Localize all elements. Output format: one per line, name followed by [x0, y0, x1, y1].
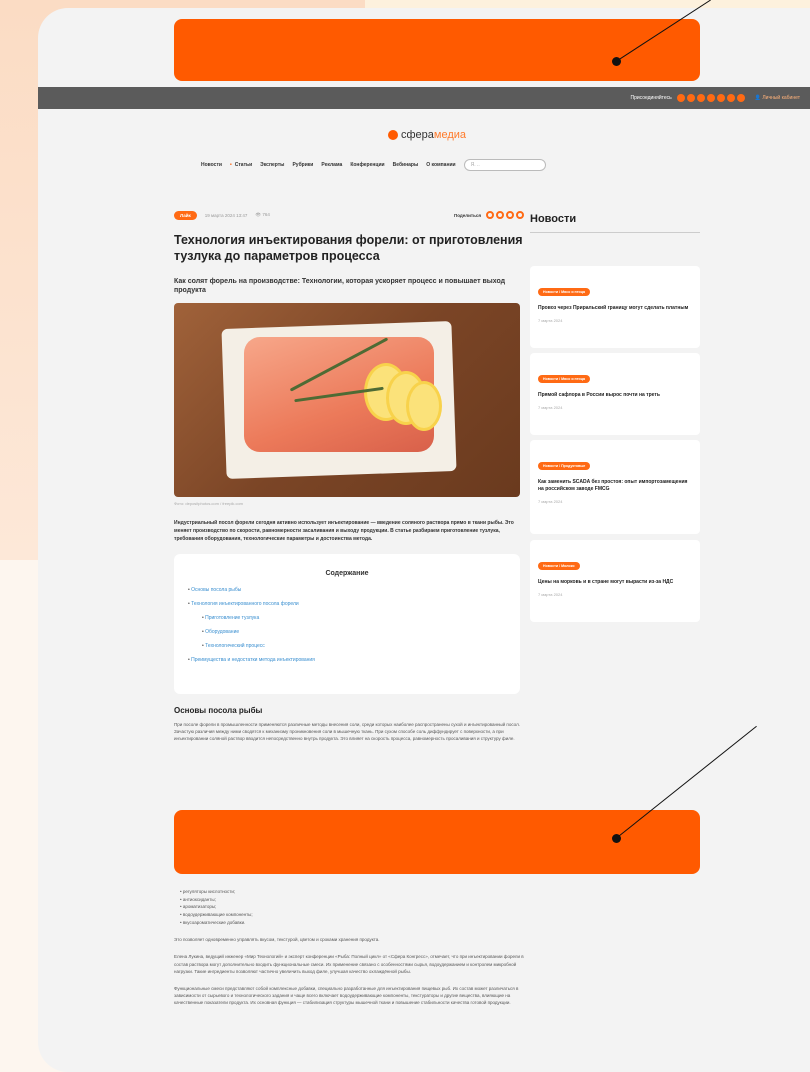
toc-item[interactable]: Технология инъектированного посола форел…	[188, 601, 506, 607]
news-title[interactable]: Как заменить SCADA без простоя: опыт имп…	[538, 479, 692, 493]
share-vk-icon[interactable]	[486, 211, 494, 219]
section-paragraph: При посоле форели в промышленности приме…	[174, 721, 520, 741]
browser-page-card: Присоединяйтесь 👤 Личный кабинет сфера ме…	[38, 8, 810, 1072]
share-whatsapp-icon[interactable]	[516, 211, 524, 219]
highlight-bar-bottom	[174, 810, 700, 874]
toc-title: Содержание	[325, 569, 369, 577]
toc-item[interactable]: Преимущества и недостатки метода инъекти…	[188, 657, 506, 663]
news-card[interactable]: Новости / Мясо и птица Прямой сафлора в …	[530, 353, 700, 435]
rutube-icon[interactable]	[726, 94, 735, 102]
views-count: 764	[262, 212, 270, 217]
list-item: водоудерживающие компоненты;	[180, 911, 524, 919]
article-tag[interactable]: Лайк	[174, 210, 197, 220]
toc-subitem[interactable]: Технологический процесс	[188, 643, 506, 649]
site-logo[interactable]: сфера медиа	[388, 129, 466, 141]
top-utility-bar: Присоединяйтесь 👤 Личный кабинет	[38, 87, 810, 109]
list-item: регуляторы кислотности;	[180, 888, 524, 896]
table-of-contents: Содержание Основы посола рыбы Технология…	[174, 553, 520, 694]
youtube-icon[interactable]	[716, 94, 725, 102]
nav-active-bullet-icon: •	[229, 162, 232, 168]
paragraph: Елена Лукина, ведущий инженер «Мир Техно…	[174, 954, 524, 974]
logo-text-primary: сфера	[401, 129, 434, 141]
nav-item-articles[interactable]: Статьи	[235, 162, 252, 168]
nav-item-experts[interactable]: Эксперты	[260, 162, 284, 168]
nav-item-webinars[interactable]: Вебинары	[393, 162, 419, 168]
nav-item-about[interactable]: О компании	[426, 162, 455, 168]
vk-icon[interactable]	[676, 94, 685, 102]
article-lower-content: регуляторы кислотности; антиоксиданты; а…	[174, 888, 524, 1007]
news-tag[interactable]: Новости / Продуктовые	[538, 462, 591, 470]
list-item: вкусоароматические добавки.	[180, 919, 524, 927]
list-item: ароматизаторы;	[180, 903, 524, 911]
search-input[interactable]: Я. ..	[463, 159, 546, 171]
news-date: 7 марта 2024	[538, 318, 563, 323]
news-title[interactable]: Провоз через Приральский границу могут с…	[538, 305, 692, 312]
nav-item-rubrics[interactable]: Рубрики	[292, 162, 313, 168]
photo-caption: Фото: depositphotos.com / freepik.com	[174, 501, 243, 507]
share-label: Поделиться	[453, 212, 481, 218]
article-views: 👁 764	[255, 212, 270, 217]
share-block: Поделиться	[454, 211, 524, 219]
news-date: 7 марта 2024	[538, 405, 563, 410]
news-card[interactable]: Новости / Мясо и птица Провоз через Прир…	[530, 266, 700, 348]
toc-subitem[interactable]: Оборудование	[188, 629, 506, 635]
toc-subitem[interactable]: Приготовление тузлука	[188, 615, 506, 621]
toc-item[interactable]: Основы посола рыбы	[188, 587, 506, 593]
section-title: Основы посола рыбы	[174, 705, 263, 715]
news-tag[interactable]: Новости / Мясо и птица	[538, 375, 590, 383]
join-label: Присоединяйтесь	[630, 95, 672, 101]
cabinet-link[interactable]: 👤 Личный кабинет	[755, 95, 800, 101]
paragraph: Это позволяет одновременно управлять вку…	[174, 937, 380, 943]
article-column: Лайк 19 марта 2024 13:47 👁 764 Поделитьс…	[174, 208, 524, 742]
dzen-icon[interactable]	[706, 94, 715, 102]
news-sidebar: Новости	[530, 213, 700, 233]
share-ok-icon[interactable]	[506, 211, 514, 219]
paragraph: Функциональные смеси представляют собой …	[174, 985, 519, 1006]
news-tag[interactable]: Новости / Мясо и птица	[538, 288, 590, 296]
news-date: 7 марта 2024	[538, 592, 563, 597]
article-subtitle: Как солят форель на производстве: Технол…	[174, 277, 506, 294]
nav-item-conferences[interactable]: Конференции	[350, 162, 384, 168]
news-tag[interactable]: Новости / Молоко	[538, 562, 580, 570]
news-title[interactable]: Цены на морковь и в стране могут вырасти…	[538, 579, 692, 586]
logo-text-accent: медиа	[433, 129, 467, 141]
article-date: 19 марта 2024 13:47	[204, 212, 248, 218]
telegram-icon[interactable]	[686, 94, 695, 102]
annotation-dot-bottom	[612, 834, 621, 843]
sidebar-heading: Новости	[530, 213, 700, 233]
cabinet-label: Личный кабинет	[762, 95, 800, 101]
nav-item-ads[interactable]: Реклама	[321, 162, 342, 168]
news-date: 7 марта 2024	[538, 499, 563, 504]
annotation-dot-top	[612, 57, 621, 66]
article-photo	[174, 303, 520, 498]
ingredient-list: регуляторы кислотности; антиоксиданты; а…	[174, 888, 524, 926]
article-meta: Лайк 19 марта 2024 13:47 👁 764 Поделитьс…	[174, 208, 524, 222]
nav-item-news[interactable]: Новости	[201, 162, 222, 168]
logo-mark-icon	[388, 130, 398, 140]
ok-icon[interactable]	[696, 94, 705, 102]
article-lead: Индустриальный посол форели сегодня акти…	[174, 520, 514, 542]
news-title[interactable]: Прямой сафлора в России вырос почти на т…	[538, 392, 692, 399]
main-nav: Новости • Статьи Эксперты Рубрики Реклам…	[201, 159, 546, 171]
news-card[interactable]: Новости / Молоко Цены на морковь и в стр…	[530, 540, 700, 622]
highlight-bar-top	[174, 19, 700, 81]
list-item: антиоксиданты;	[180, 896, 524, 904]
rss-icon[interactable]	[736, 94, 745, 102]
news-card[interactable]: Новости / Продуктовые Как заменить SCADA…	[530, 440, 700, 534]
article-title: Технология инъектирования форели: от при…	[174, 233, 523, 264]
share-telegram-icon[interactable]	[496, 211, 504, 219]
